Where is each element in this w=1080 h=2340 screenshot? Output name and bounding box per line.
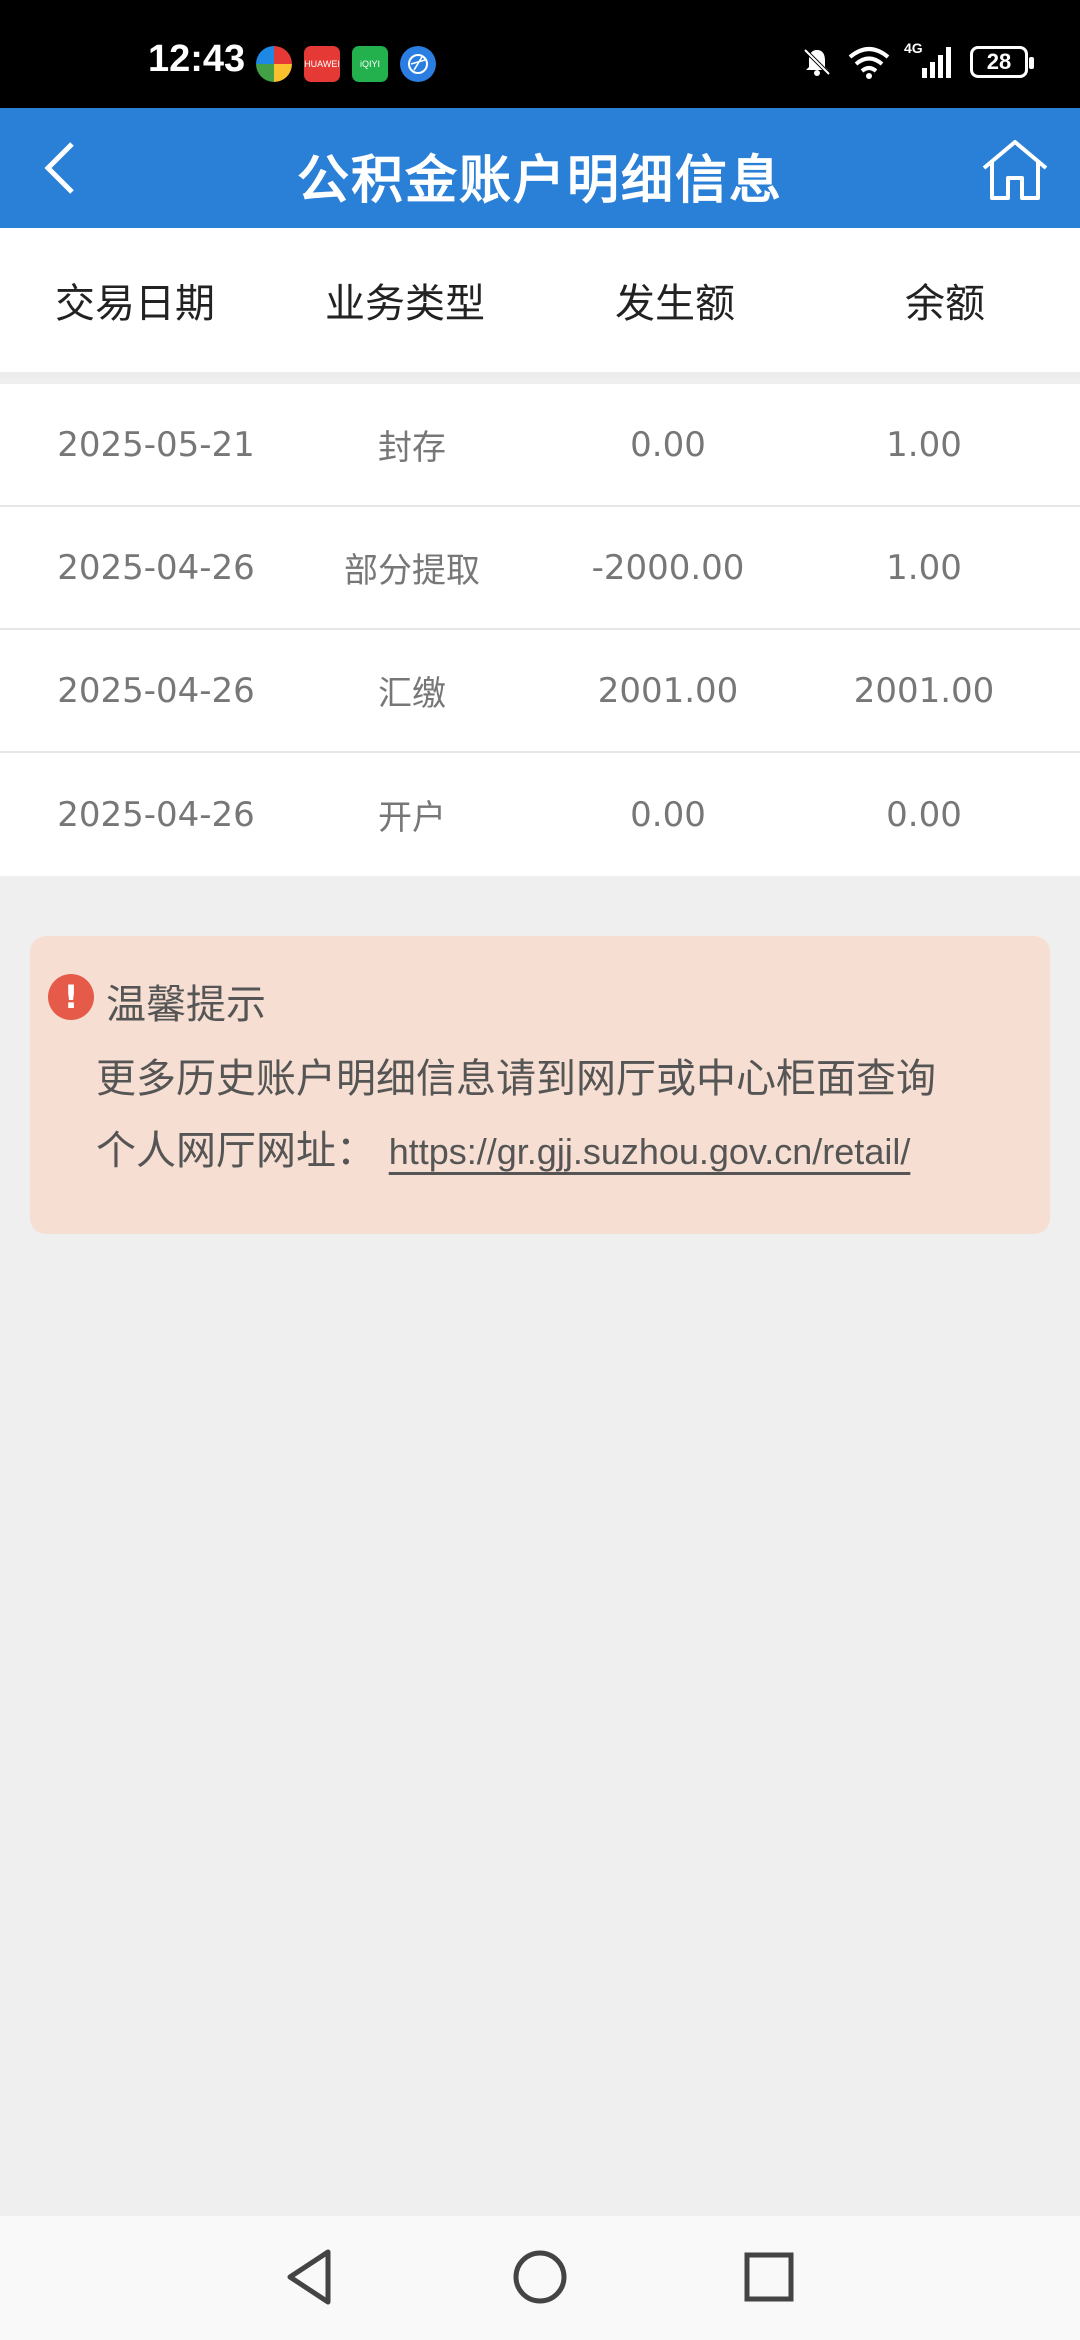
mute-bell-icon — [803, 48, 831, 76]
cell-amount: 0.00 — [630, 794, 706, 835]
cell-type: 汇缴 — [378, 674, 446, 714]
huawei-icon: HUAWEI — [304, 46, 340, 82]
table-row[interactable]: 2025-05-21 封存 0.00 1.00 — [0, 384, 1080, 507]
page-title: 公积金账户明细信息 — [296, 151, 783, 211]
table-row[interactable]: 2025-04-26 开户 0.00 0.00 — [0, 753, 1080, 876]
exclamation-icon: ! — [48, 974, 94, 1020]
tips-website-label: 个人网厅网址： — [96, 1128, 376, 1174]
cell-balance: 2001.00 — [853, 670, 995, 711]
signal-icon: 4G — [904, 40, 956, 80]
status-bar: 12:43 HUAWEI iQIYI 4G 28 — [0, 0, 1080, 108]
square-recent-icon — [744, 2252, 794, 2302]
status-time: 12:43 — [148, 38, 246, 80]
cell-balance: 1.00 — [886, 547, 962, 588]
nav-home-button[interactable] — [505, 2242, 575, 2312]
cell-date: 2025-04-26 — [57, 547, 255, 588]
home-icon — [982, 140, 1048, 200]
cell-date: 2025-04-26 — [57, 794, 255, 835]
website-link[interactable]: https://gr.gjj.suzhou.gov.cn/retail/ — [389, 1131, 911, 1172]
tips-box: ! 温馨提示 更多历史账户明细信息请到网厅或中心柜面查询 个人网厅网址： htt… — [30, 936, 1050, 1234]
cell-type: 开户 — [378, 798, 446, 838]
circle-home-icon — [513, 2250, 567, 2304]
cell-amount: 2001.00 — [597, 670, 739, 711]
triangle-back-icon — [287, 2249, 331, 2305]
column-header-amount: 发生额 — [615, 281, 735, 327]
notification-app-icons: HUAWEI iQIYI — [256, 46, 436, 82]
cell-type: 封存 — [378, 428, 446, 468]
nav-back-button[interactable] — [276, 2242, 346, 2312]
column-header-type: 业务类型 — [325, 281, 485, 327]
cell-amount: 0.00 — [630, 424, 706, 465]
tips-title: 温馨提示 — [106, 982, 266, 1028]
iqiyi-icon: iQIYI — [352, 46, 388, 82]
cell-type: 部分提取 — [344, 551, 480, 591]
battery-icon: 28 — [970, 46, 1034, 78]
table-header: 交易日期 业务类型 发生额 余额 — [0, 228, 1080, 378]
tips-website-line: 个人网厅网址： https://gr.gjj.suzhou.gov.cn/ret… — [96, 1118, 910, 1176]
system-nav-bar — [0, 2216, 1080, 2340]
column-header-date: 交易日期 — [55, 281, 215, 327]
cell-date: 2025-05-21 — [57, 424, 255, 465]
table-row[interactable]: 2025-04-26 汇缴 2001.00 2001.00 — [0, 630, 1080, 753]
app-header: 公积金账户明细信息 — [0, 108, 1080, 228]
wifi-icon — [848, 47, 890, 79]
cell-balance: 1.00 — [886, 424, 962, 465]
table-row[interactable]: 2025-04-26 部分提取 -2000.00 1.00 — [0, 507, 1080, 630]
home-button[interactable] — [980, 138, 1050, 202]
transaction-table: 2025-05-21 封存 0.00 1.00 2025-04-26 部分提取 … — [0, 384, 1080, 876]
status-indicators: 4G 28 — [800, 40, 1034, 80]
cell-balance: 0.00 — [886, 794, 962, 835]
cell-date: 2025-04-26 — [57, 670, 255, 711]
column-header-balance: 余额 — [905, 281, 985, 327]
tips-message: 更多历史账户明细信息请到网厅或中心柜面查询 — [96, 1056, 936, 1102]
cell-amount: -2000.00 — [591, 547, 745, 588]
nav-recent-button[interactable] — [734, 2242, 804, 2312]
browser-icon — [400, 46, 436, 82]
colorwheel-icon — [256, 46, 292, 82]
